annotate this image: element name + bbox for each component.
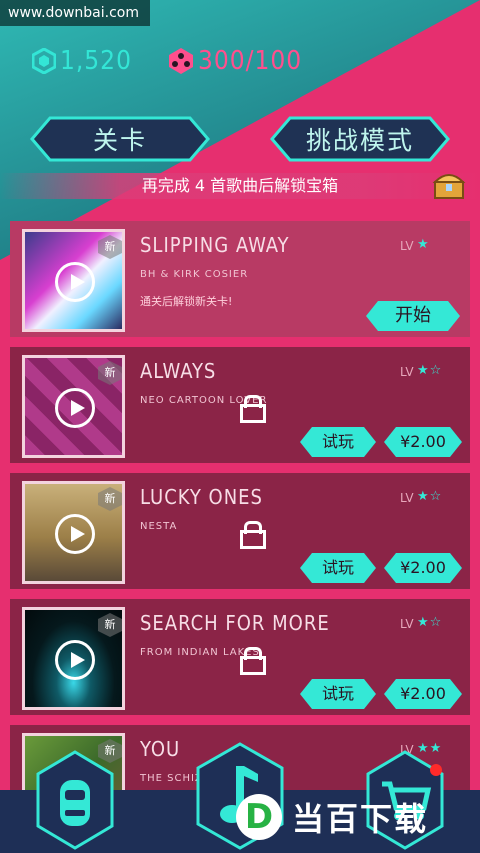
difficulty-stars: ★☆ — [417, 615, 443, 630]
song-card[interactable]: 04 新 SEARCH FOR MORE FROM INDIAN LAKES L… — [10, 599, 470, 715]
tab-levels-label: 关卡 — [92, 126, 147, 155]
gem-counter: 1,520 — [32, 44, 132, 78]
play-icon[interactable] — [55, 262, 95, 302]
unlock-chest-text: 再完成 4 首歌曲后解锁宝箱 — [141, 176, 339, 195]
hexagon-gem-icon — [32, 48, 56, 74]
difficulty-stars: ★ — [417, 237, 430, 252]
song-title: SEARCH FOR MORE — [140, 611, 330, 635]
start-button[interactable]: 开始 — [366, 301, 460, 331]
unlock-chest-banner: 再完成 4 首歌曲后解锁宝箱 — [0, 173, 480, 199]
trial-button[interactable]: 试玩 — [300, 553, 376, 583]
buy-button[interactable]: ¥2.00 — [384, 427, 462, 457]
play-icon[interactable] — [55, 514, 95, 554]
level-label: LV — [400, 365, 414, 379]
song-title: LUCKY ONES — [140, 485, 263, 509]
logo-mark: D — [236, 794, 282, 840]
notification-dot — [430, 764, 442, 776]
gem-count: 1,520 — [60, 46, 132, 76]
lock-icon — [240, 521, 266, 549]
song-title: SLIPPING AWAY — [140, 233, 290, 257]
car-icon — [60, 780, 90, 826]
song-title: YOU — [140, 737, 181, 761]
song-title: ALWAYS — [140, 359, 217, 383]
level-label: LV — [400, 491, 414, 505]
trial-button[interactable]: 试玩 — [300, 427, 376, 457]
difficulty-stars: ★☆ — [417, 363, 443, 378]
unlock-note: 通关后解锁新关卡! — [140, 295, 233, 308]
hex-cube-icon — [169, 48, 193, 74]
energy-count: 300/100 — [198, 46, 303, 76]
treasure-chest-icon[interactable] — [432, 170, 466, 200]
tab-challenge[interactable]: 挑战模式 — [270, 116, 450, 162]
song-card[interactable]: 03 新 LUCKY ONES NESTA LV ★☆ 试玩 ¥2.00 — [10, 473, 470, 589]
level-label: LV — [400, 617, 414, 631]
buy-button[interactable]: ¥2.00 — [384, 679, 462, 709]
song-artist: NESTA — [140, 521, 178, 532]
difficulty-stars: ★☆ — [417, 489, 443, 504]
play-icon[interactable] — [55, 388, 95, 428]
tab-challenge-label: 挑战模式 — [305, 126, 414, 155]
trial-button[interactable]: 试玩 — [300, 679, 376, 709]
song-card[interactable]: 01 新 SLIPPING AWAY BH & KIRK COSIER 通关后解… — [10, 221, 470, 337]
level-label: LV — [400, 239, 414, 253]
song-artist: BH & KIRK COSIER — [140, 269, 249, 280]
watermark: www.downbai.com — [0, 0, 150, 26]
buy-button[interactable]: ¥2.00 — [384, 553, 462, 583]
site-logo: D 当百下载 — [236, 794, 428, 840]
tab-levels[interactable]: 关卡 — [30, 116, 210, 162]
lock-icon — [240, 395, 266, 423]
lock-icon — [240, 647, 266, 675]
nav-garage-button[interactable] — [36, 750, 114, 850]
play-icon[interactable] — [55, 640, 95, 680]
energy-counter: 300/100 — [168, 44, 302, 78]
logo-text: 当百下载 — [292, 800, 429, 838]
song-card[interactable]: 02 新 ALWAYS NEO CARTOON LOVER LV ★☆ 试玩 ¥… — [10, 347, 470, 463]
